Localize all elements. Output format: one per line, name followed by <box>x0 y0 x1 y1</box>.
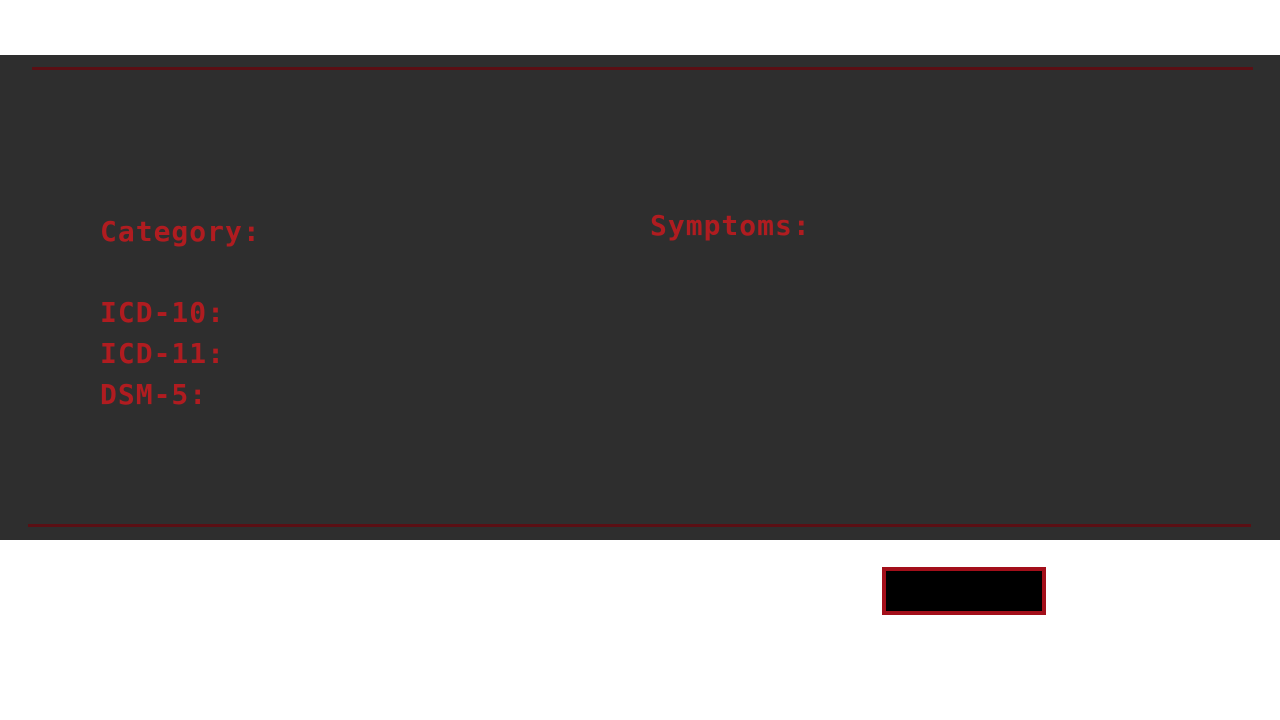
symptoms-label: Symptoms: <box>650 209 811 242</box>
category-label: Category: <box>100 215 261 248</box>
record-panel: Category: ICD-10: ICD-11: DSM-5: Symptom… <box>0 55 1280 540</box>
dsm5-label: DSM-5: <box>100 378 208 411</box>
bottom-divider <box>28 524 1251 527</box>
top-divider <box>32 67 1253 70</box>
icd11-label: ICD-11: <box>100 337 226 370</box>
icd10-label: ICD-10: <box>100 296 226 329</box>
action-button[interactable] <box>882 567 1046 615</box>
classification-codes: ICD-10: ICD-11: DSM-5: <box>100 292 225 415</box>
